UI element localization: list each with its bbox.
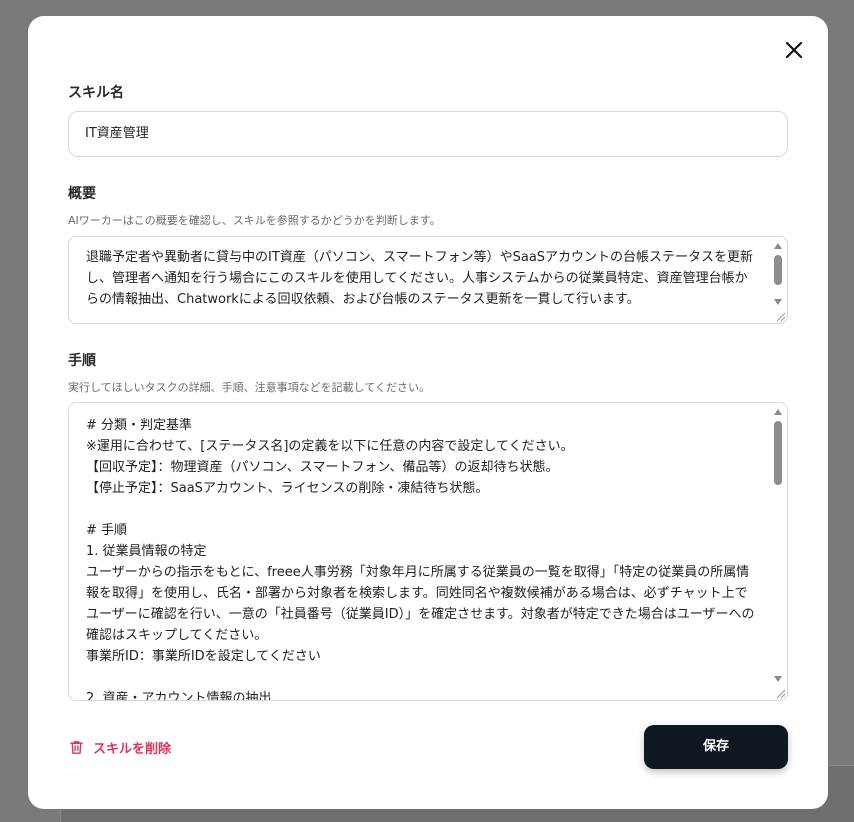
overview-text: 退職予定者や異動者に貸与中のIT資産（パソコン、スマートフォン等）やSaaSアカ… bbox=[86, 250, 754, 307]
scroll-thumb[interactable] bbox=[774, 255, 782, 285]
scroll-down-arrow-icon[interactable] bbox=[774, 299, 782, 305]
delete-skill-button[interactable]: スキルを削除 bbox=[68, 736, 171, 758]
procedure-text: # 分類・判定基準 ※運用に合わせて、[ステータス名]の定義を以下に任意の内容で… bbox=[86, 418, 755, 701]
overview-hint: AIワーカーはこの概要を確認し、スキルを参照するかどうかを判断します。 bbox=[68, 214, 441, 227]
scroll-thumb[interactable] bbox=[774, 421, 782, 485]
procedure-label: 手順 bbox=[68, 353, 96, 369]
close-icon[interactable] bbox=[782, 38, 806, 62]
procedure-scrollbar[interactable] bbox=[771, 405, 785, 686]
scroll-up-arrow-icon[interactable] bbox=[774, 409, 782, 415]
scroll-up-arrow-icon[interactable] bbox=[774, 243, 782, 249]
overview-textarea[interactable]: 退職予定者や異動者に貸与中のIT資産（パソコン、スマートフォン等）やSaaSアカ… bbox=[68, 236, 788, 324]
save-button[interactable]: 保存 bbox=[644, 725, 788, 769]
skill-edit-modal: スキル名 IT資産管理 概要 AIワーカーはこの概要を確認し、スキルを参照するか… bbox=[28, 16, 828, 809]
scroll-down-arrow-icon[interactable] bbox=[774, 676, 782, 682]
overview-label: 概要 bbox=[68, 186, 96, 202]
resize-grip-icon[interactable] bbox=[774, 310, 786, 322]
skill-name-input[interactable]: IT資産管理 bbox=[68, 111, 788, 157]
overview-scrollbar[interactable] bbox=[771, 239, 785, 309]
resize-grip-icon[interactable] bbox=[774, 687, 786, 699]
delete-skill-label: スキルを削除 bbox=[93, 741, 172, 757]
procedure-hint: 実行してほしいタスクの詳細、手順、注意事項などを記載してください。 bbox=[68, 381, 431, 394]
skill-name-label: スキル名 bbox=[68, 85, 124, 101]
trash-icon bbox=[70, 740, 83, 754]
procedure-textarea[interactable]: # 分類・判定基準 ※運用に合わせて、[ステータス名]の定義を以下に任意の内容で… bbox=[68, 402, 788, 701]
